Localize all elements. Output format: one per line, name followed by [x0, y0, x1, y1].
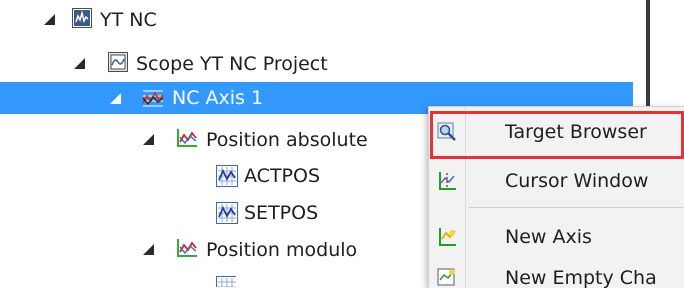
highlight-box	[430, 111, 684, 159]
menu-separator	[469, 207, 684, 208]
tree-item-label: Position modulo	[206, 239, 358, 261]
channel-icon	[176, 238, 197, 258]
new-axis-icon	[437, 227, 457, 247]
menu-item-new-axis[interactable]: New Axis	[429, 218, 684, 256]
acquisition-icon	[216, 276, 236, 287]
expand-arrow-icon[interactable]	[143, 134, 154, 145]
menu-item-label: New Axis	[505, 226, 592, 248]
scope-project-icon	[72, 8, 92, 28]
channel-icon	[176, 128, 197, 148]
tree-item-label: Scope YT NC Project	[136, 53, 328, 75]
tree-item-label: SETPOS	[244, 202, 319, 224]
menu-item-label: Cursor Window	[505, 170, 649, 192]
new-chart-icon	[437, 268, 457, 288]
expand-arrow-icon[interactable]	[143, 244, 154, 255]
menu-item-new-empty-chart[interactable]: New Empty Cha	[429, 259, 684, 288]
tree-item-label: ACTPOS	[244, 165, 321, 187]
expand-arrow-icon[interactable]	[44, 14, 55, 25]
acquisition-icon	[216, 165, 238, 187]
axis-chart-icon	[142, 88, 164, 108]
expand-arrow-icon[interactable]	[110, 93, 121, 104]
cursor-window-icon	[437, 171, 457, 191]
tree-item-label: YT NC	[100, 9, 157, 31]
tree-item-label: NC Axis 1	[172, 87, 264, 109]
tree-item-label: Position absolute	[206, 129, 368, 151]
expand-arrow-icon[interactable]	[74, 58, 85, 69]
menu-item-cursor-window[interactable]: Cursor Window	[429, 162, 684, 200]
scope-chart-icon	[108, 52, 128, 72]
menu-item-label: New Empty Cha	[505, 267, 657, 288]
acquisition-icon	[216, 202, 238, 224]
